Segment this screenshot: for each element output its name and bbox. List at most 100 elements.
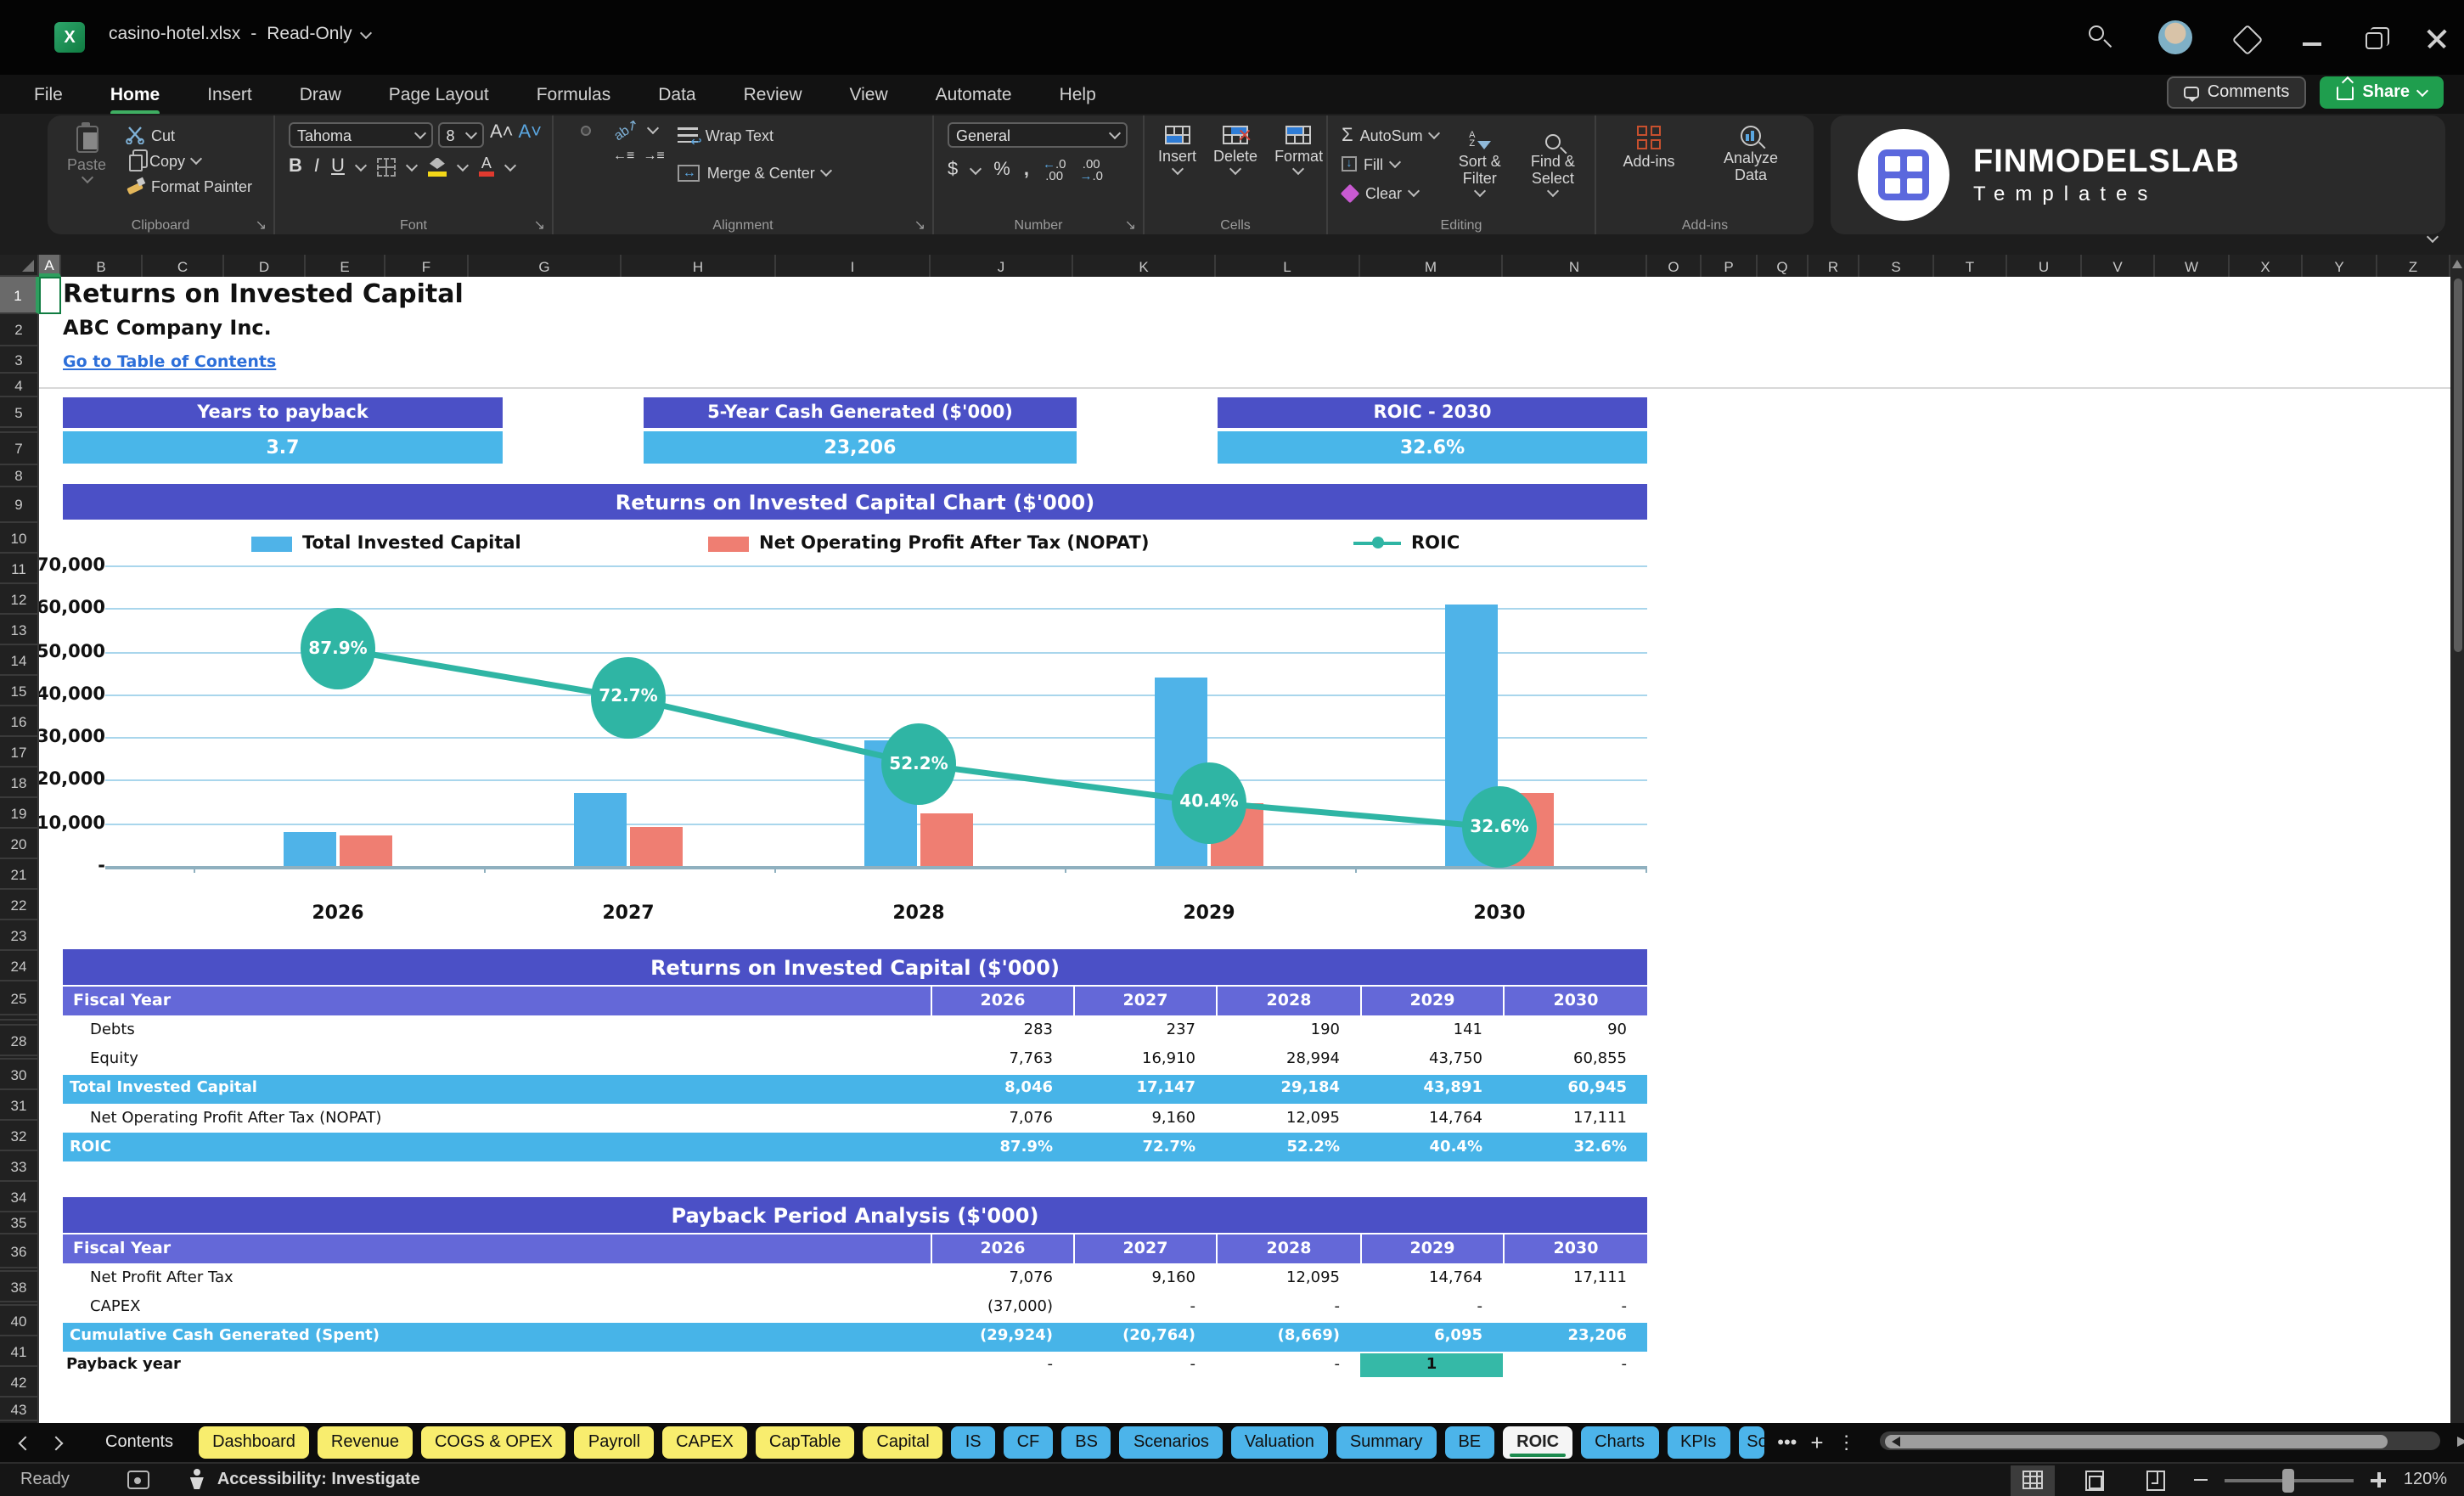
find-select-button[interactable]: Find & Select: [1522, 122, 1584, 205]
row-header-14[interactable]: 14: [0, 645, 39, 676]
premium-diamond-icon[interactable]: [2232, 24, 2264, 55]
grow-font-button[interactable]: A˄: [490, 122, 514, 148]
row-header-10[interactable]: 10: [0, 523, 39, 554]
underline-options[interactable]: [355, 159, 367, 171]
fill-color-button[interactable]: [428, 157, 447, 176]
row-header-32[interactable]: 32: [0, 1121, 39, 1151]
row-header-16[interactable]: 16: [0, 706, 39, 737]
row-header-9[interactable]: 9: [0, 487, 39, 523]
menu-tab-file[interactable]: File: [31, 81, 66, 108]
borders-icon[interactable]: [377, 157, 396, 176]
column-header-N[interactable]: N: [1503, 255, 1647, 277]
borders-options[interactable]: [406, 159, 418, 171]
menu-tab-help[interactable]: Help: [1056, 81, 1100, 108]
prev-sheet-icon[interactable]: [19, 1436, 33, 1450]
zoom-slider[interactable]: [2225, 1478, 2354, 1482]
column-header-I[interactable]: I: [776, 255, 931, 277]
column-header-C[interactable]: C: [143, 255, 224, 277]
underline-button[interactable]: U: [331, 156, 345, 177]
accessibility-status[interactable]: Accessibility: Investigate: [217, 1471, 420, 1489]
row-header-4[interactable]: 4: [0, 374, 39, 397]
row-headers[interactable]: 1234578910111213141516171819202122232425…: [0, 277, 39, 1423]
row-header-7[interactable]: 7: [0, 433, 39, 465]
addins-button[interactable]: Add-ins: [1610, 122, 1688, 183]
bold-button[interactable]: B: [289, 156, 302, 177]
percent-style-button[interactable]: %: [993, 160, 1010, 180]
tab-overflow-dots[interactable]: •••: [1777, 1432, 1797, 1453]
italic-button[interactable]: I: [314, 156, 319, 177]
sort-filter-button[interactable]: AZ Sort & Filter: [1449, 122, 1511, 205]
row-header-18[interactable]: 18: [0, 768, 39, 798]
column-header-J[interactable]: J: [931, 255, 1073, 277]
column-header-Z[interactable]: Z: [2377, 255, 2450, 277]
decrease-decimal-button[interactable]: .00→.0: [1079, 158, 1103, 182]
normal-view-button[interactable]: [2011, 1465, 2056, 1495]
row-header-12[interactable]: 12: [0, 584, 39, 615]
sheet-tab-charts[interactable]: Charts: [1581, 1426, 1658, 1459]
column-header-D[interactable]: D: [224, 255, 306, 277]
font-color-options[interactable]: [504, 159, 516, 171]
sheet-canvas[interactable]: Returns on Invested Capital ABC Company …: [39, 277, 2450, 1423]
decrease-indent-button[interactable]: ←≡: [613, 148, 634, 163]
row-header-28[interactable]: 28: [0, 1026, 39, 1056]
align-center-button[interactable]: [582, 152, 589, 159]
row-header-20[interactable]: 20: [0, 829, 39, 859]
row-header-3[interactable]: 3: [0, 346, 39, 374]
sheet-tab-roic[interactable]: ROIC: [1503, 1426, 1572, 1459]
macro-record-icon[interactable]: [127, 1471, 149, 1489]
sheet-tab-is[interactable]: IS: [952, 1426, 995, 1459]
align-bottom-button[interactable]: [598, 127, 605, 133]
select-all-corner[interactable]: [0, 255, 39, 277]
row-header-43[interactable]: 43: [0, 1398, 39, 1421]
avatar[interactable]: [2158, 20, 2192, 54]
sheet-tab-cf[interactable]: CF: [1004, 1426, 1054, 1459]
menu-tab-review[interactable]: Review: [740, 81, 806, 108]
table-of-contents-link[interactable]: Go to Table of Contents: [63, 353, 276, 372]
column-header-O[interactable]: O: [1647, 255, 1702, 277]
orientation-options[interactable]: [646, 122, 658, 134]
row-header-33[interactable]: 33: [0, 1151, 39, 1182]
column-header-H[interactable]: H: [622, 255, 776, 277]
search-icon[interactable]: [2087, 24, 2114, 51]
align-right-button[interactable]: [598, 152, 605, 159]
clear-button[interactable]: Clear: [1342, 180, 1438, 205]
scroll-left-icon[interactable]: [1892, 1436, 1900, 1446]
row-header-2[interactable]: 2: [0, 314, 39, 346]
new-sheet-button[interactable]: +: [1810, 1430, 1823, 1455]
sheet-tab-kpis[interactable]: KPIs: [1667, 1426, 1730, 1459]
row-header-5[interactable]: 5: [0, 397, 39, 428]
comma-style-button[interactable]: ,: [1024, 160, 1029, 180]
menu-tab-page-layout[interactable]: Page Layout: [385, 81, 492, 108]
copy-button[interactable]: Copy: [126, 148, 252, 173]
vertical-scroll-thumb[interactable]: [2453, 278, 2461, 652]
column-header-F[interactable]: F: [385, 255, 469, 277]
number-dialog-launcher[interactable]: ↘: [1125, 217, 1136, 233]
fill-color-options[interactable]: [457, 159, 469, 171]
clipboard-dialog-launcher[interactable]: ↘: [256, 217, 267, 233]
accounting-options[interactable]: [970, 162, 982, 174]
autosum-button[interactable]: Σ AutoSum: [1342, 122, 1438, 148]
row-header-42[interactable]: 42: [0, 1367, 39, 1398]
column-header-R[interactable]: R: [1809, 255, 1859, 277]
row-header-34[interactable]: 34: [0, 1182, 39, 1212]
share-button[interactable]: Share: [2320, 76, 2444, 109]
sheet-tab-valuation[interactable]: Valuation: [1231, 1426, 1328, 1459]
zoom-level[interactable]: 120%: [2404, 1471, 2447, 1489]
sheet-tab-revenue[interactable]: Revenue: [318, 1426, 413, 1459]
sheet-tab-captable[interactable]: CapTable: [756, 1426, 855, 1459]
column-header-A[interactable]: A: [39, 255, 61, 277]
shrink-font-button[interactable]: A˅: [518, 122, 542, 148]
sheet-tab-bs[interactable]: BS: [1061, 1426, 1111, 1459]
row-header-30[interactable]: 30: [0, 1060, 39, 1090]
font-color-button[interactable]: A: [479, 156, 494, 177]
orientation-button[interactable]: ab↗: [611, 116, 642, 144]
increase-indent-button[interactable]: →≡: [643, 148, 664, 163]
zoom-in-button[interactable]: [2371, 1472, 2387, 1488]
menu-tab-data[interactable]: Data: [655, 81, 699, 108]
column-header-S[interactable]: S: [1859, 255, 1934, 277]
row-header-15[interactable]: 15: [0, 676, 39, 706]
row-header-21[interactable]: 21: [0, 859, 39, 890]
column-header-V[interactable]: V: [2082, 255, 2155, 277]
close-button[interactable]: [2427, 29, 2447, 49]
page-layout-view-button[interactable]: [2073, 1465, 2117, 1495]
